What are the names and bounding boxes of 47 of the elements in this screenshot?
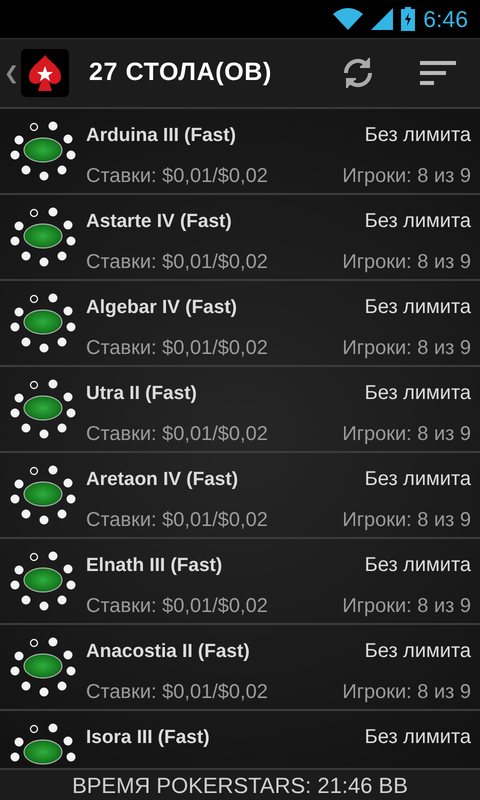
player-count: Игроки: 8 из 9	[342, 594, 471, 618]
table-list-item[interactable]: Utra II (Fast) Без лимита Ставки: $0,01/$0,02 Игроки: 8 из 9	[0, 367, 480, 453]
table-name: Isora III (Fast)	[86, 726, 210, 750]
clock-time: 6:46	[423, 4, 468, 34]
table-list-item[interactable]: Anacostia II (Fast) Без лимита Ставки: $0,01/$0,02 Игроки: 8 из 9	[0, 625, 480, 711]
game-limit: Без лимита	[364, 639, 471, 664]
game-limit: Без лимита	[364, 467, 471, 492]
player-count: Игроки: 8 из 9	[342, 336, 471, 360]
table-stakes: Ставки: $0,01/$0,02	[86, 336, 268, 360]
table-name: Utra II (Fast)	[86, 382, 197, 406]
table-list-item[interactable]: Astarte IV (Fast) Без лимита Ставки: $0,01/$0,02 Игроки: 8 из 9	[0, 195, 480, 281]
sort-icon	[420, 61, 456, 85]
table-name: Algebar IV (Fast)	[86, 296, 237, 320]
table-name: Anacostia II (Fast)	[86, 640, 250, 664]
game-limit: Без лимита	[364, 553, 471, 578]
table-stakes: Ставки: $0,01/$0,02	[86, 250, 268, 274]
table-stakes: Ставки: $0,01/$0,02	[86, 680, 268, 704]
game-limit: Без лимита	[364, 725, 471, 750]
table-stakes: Ставки: $0,01/$0,02	[86, 164, 268, 188]
game-limit: Без лимита	[364, 209, 471, 234]
up-caret: ❮	[4, 62, 19, 86]
table-name: Aretaon IV (Fast)	[86, 468, 238, 492]
player-count: Игроки: 8 из 9	[342, 508, 471, 532]
game-limit: Без лимита	[364, 295, 471, 320]
player-count: Игроки: 8 из 9	[342, 250, 471, 274]
signal-icon	[371, 8, 394, 30]
player-count: Игроки: 8 из 9	[342, 164, 471, 188]
table-stakes: Ставки: $0,01/$0,02	[86, 508, 268, 532]
player-count: Игроки: 8 из 9	[342, 680, 471, 704]
table-name: Astarte IV (Fast)	[86, 210, 232, 234]
table-name: Elnath III (Fast)	[86, 554, 222, 578]
wifi-icon	[333, 8, 364, 30]
table-stakes: Ставки: $0,01/$0,02	[86, 422, 268, 446]
table-list-item[interactable]: Arduina III (Fast) Без лимита Ставки: $0,01/$0,02 Игроки: 8 из 9	[0, 109, 480, 195]
game-limit: Без лимита	[364, 123, 471, 148]
battery-charging-icon	[401, 7, 416, 31]
player-count: Игроки: 8 из 9	[342, 422, 471, 446]
spade-logo-icon	[21, 49, 69, 97]
table-list-item[interactable]: Algebar IV (Fast) Без лимита Ставки: $0,01/$0,02 Игроки: 8 из 9	[0, 281, 480, 367]
screen-title: 27 СТОЛА(ОВ)	[89, 57, 273, 88]
table-list-item[interactable]: Aretaon IV (Fast) Без лимита Ставки: $0,01/$0,02 Игроки: 8 из 9	[0, 453, 480, 539]
table-name: Arduina III (Fast)	[86, 124, 236, 148]
app-home-button[interactable]: ❮	[0, 39, 69, 107]
table-list-item[interactable]: Elnath III (Fast) Без лимита Ставки: $0,01/$0,02 Игроки: 8 из 9	[0, 539, 480, 625]
table-stakes: Ставки: $0,01/$0,02	[86, 594, 268, 618]
server-time: ВРЕМЯ POKERSTARS: 21:46 BB	[72, 772, 408, 800]
game-limit: Без лимита	[364, 381, 471, 406]
